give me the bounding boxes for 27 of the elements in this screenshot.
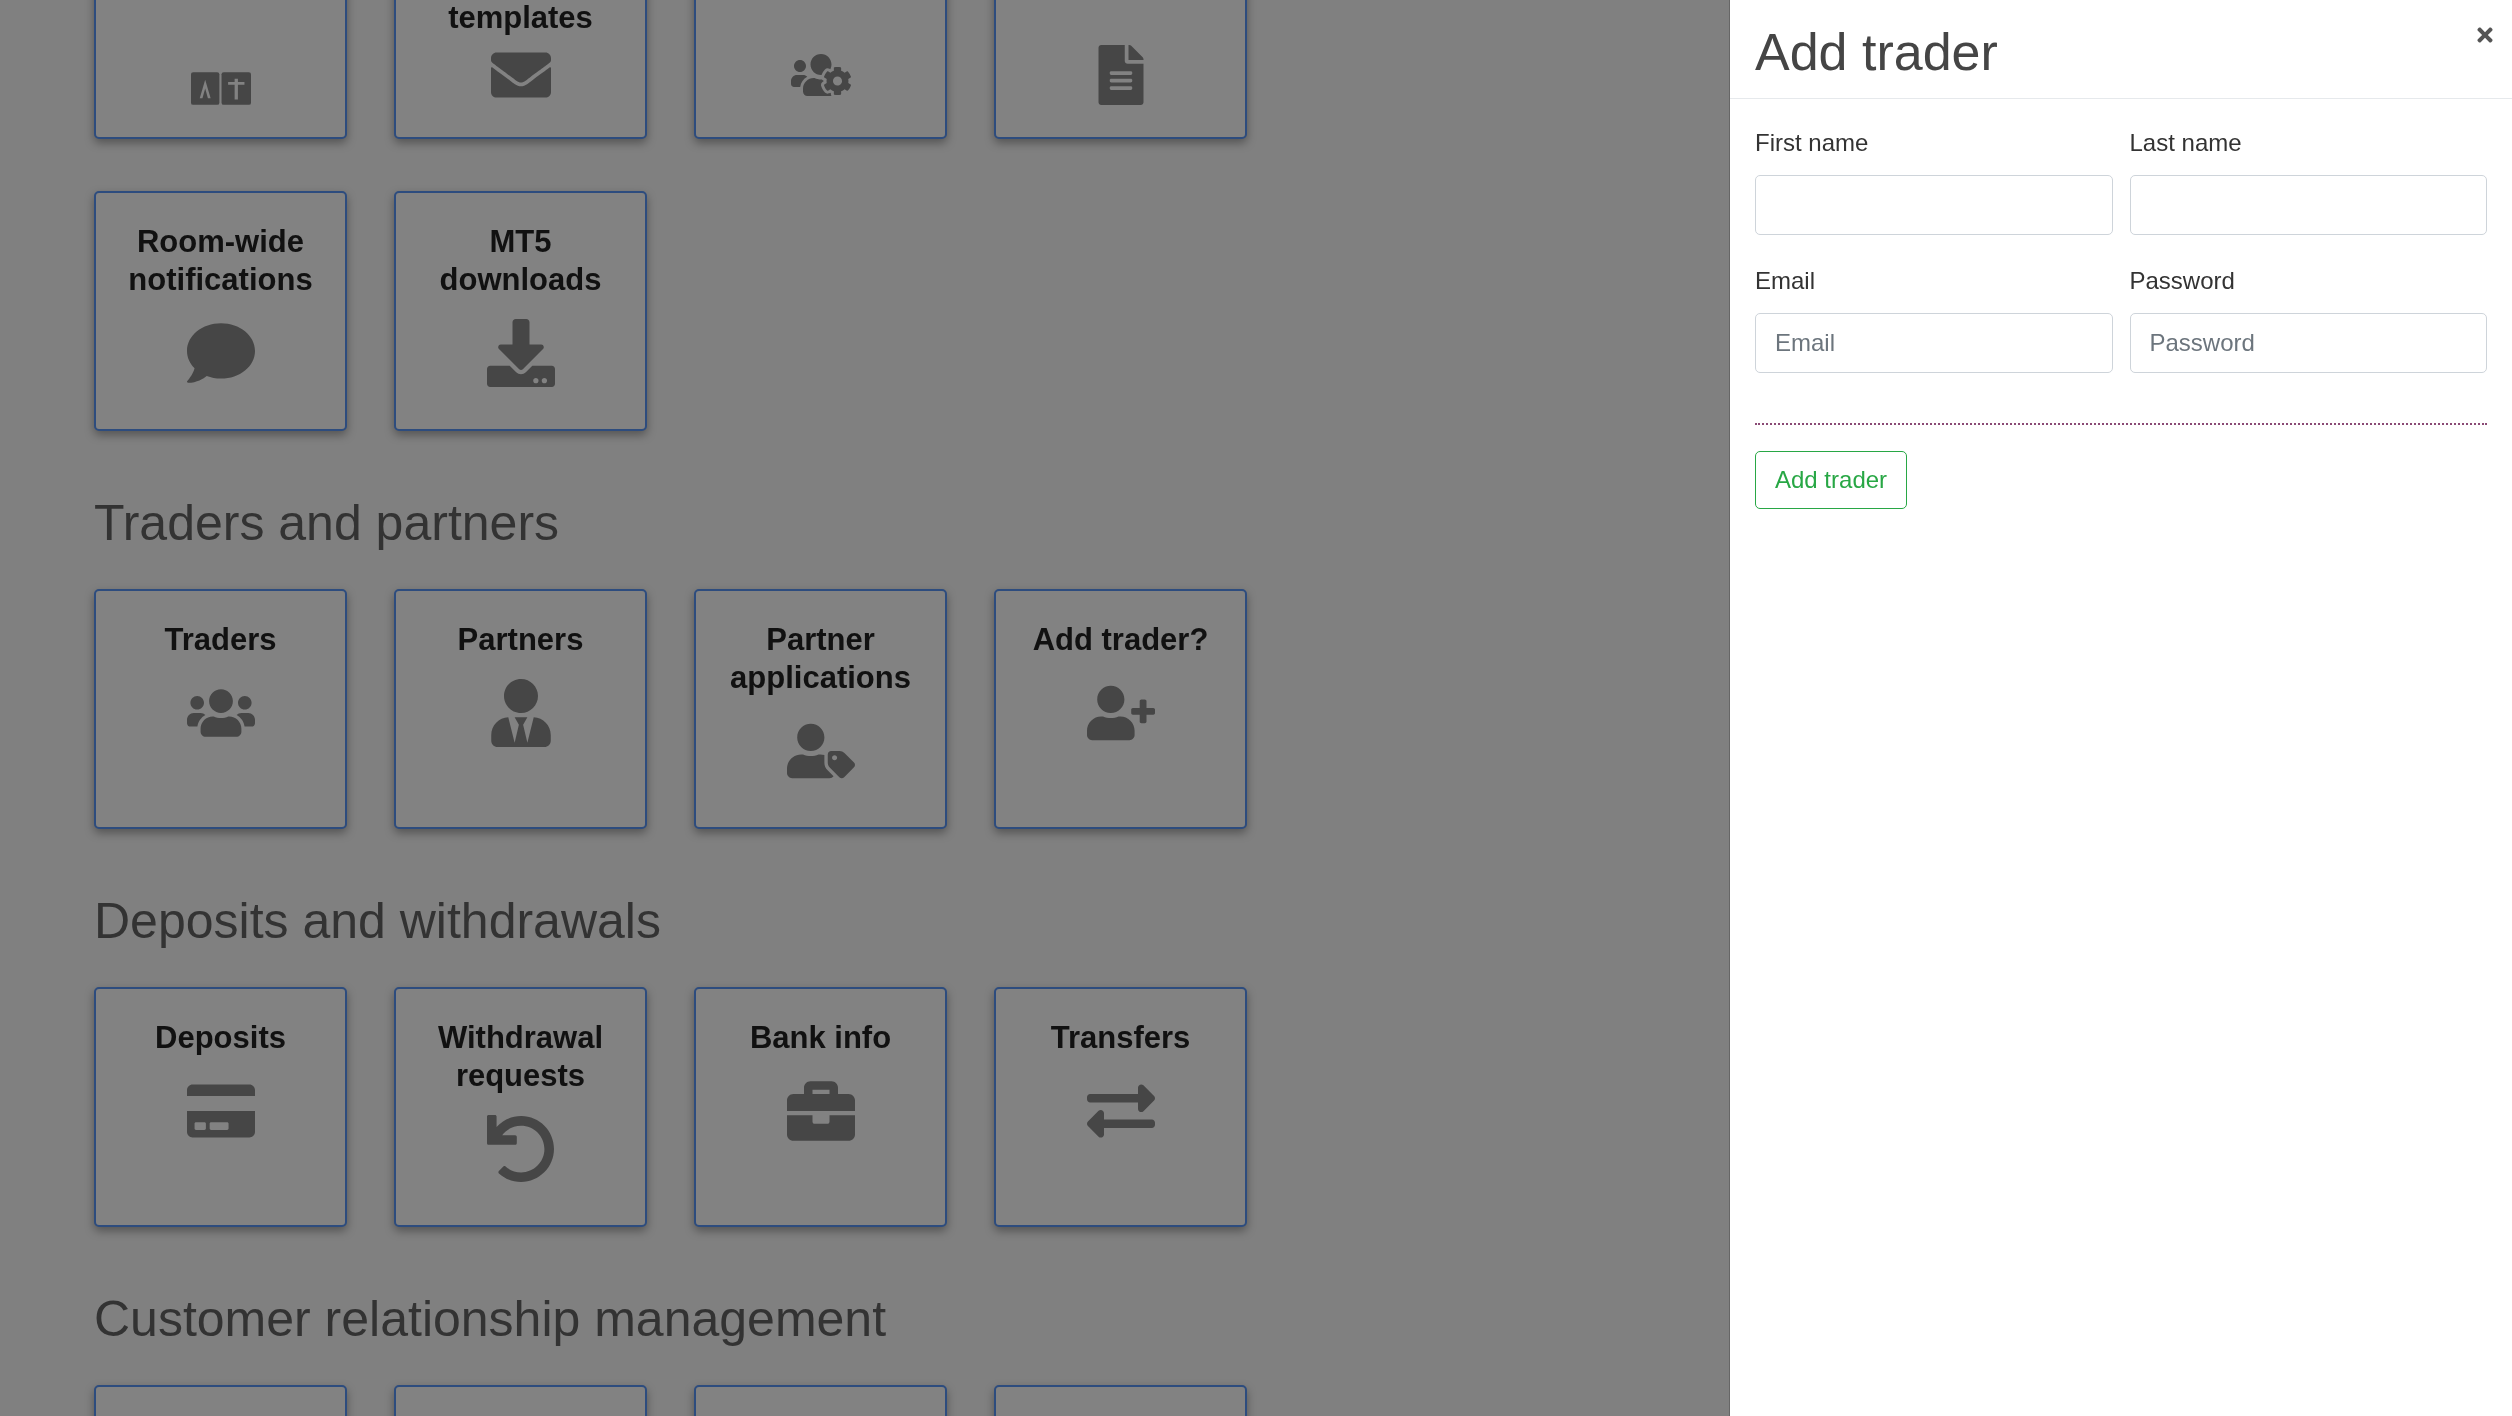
add-trader-button[interactable]: Add trader: [1755, 451, 1908, 509]
section-heading: Customer relationship management: [94, 1290, 888, 1349]
input-field[interactable]: [1755, 175, 2113, 235]
dashboard-tile[interactable]: Transfers: [994, 987, 1247, 1227]
dashboard-tile[interactable]: MT5 downloads: [394, 191, 647, 431]
field-label: Email: [1755, 266, 1816, 296]
dashboard-tile[interactable]: Room-wide notifications: [94, 191, 347, 431]
undo-icon: [486, 1115, 555, 1183]
download-icon: [486, 319, 555, 387]
field-label: First name: [1755, 128, 1870, 158]
field-label: Last name: [2129, 128, 2243, 158]
dashboard-tile[interactable]: Partner applications: [694, 589, 947, 829]
section-heading: Deposits and withdrawals: [94, 892, 662, 951]
panel-title: Add trader: [1755, 26, 1998, 78]
input-field[interactable]: [2129, 175, 2487, 235]
dashboard-tile[interactable]: Traders: [94, 589, 347, 829]
section-heading: Traders and partners: [94, 494, 561, 553]
two-panel-icon: [190, 72, 251, 105]
dashboard-tile[interactable]: Partners: [394, 589, 647, 829]
dashboard-tile[interactable]: Bank info: [694, 987, 947, 1227]
dashboard-tile[interactable]: Deposits: [94, 987, 347, 1227]
dashboard-tile[interactable]: Add trader?: [994, 589, 1247, 829]
dashboard-tile[interactable]: templates: [394, 0, 647, 139]
field-label: Password: [2129, 266, 2236, 296]
input-field[interactable]: Email: [1755, 313, 2113, 373]
input-field[interactable]: Password: [2129, 313, 2487, 373]
dashboard-tile[interactable]: Withdrawal requests: [394, 987, 647, 1227]
